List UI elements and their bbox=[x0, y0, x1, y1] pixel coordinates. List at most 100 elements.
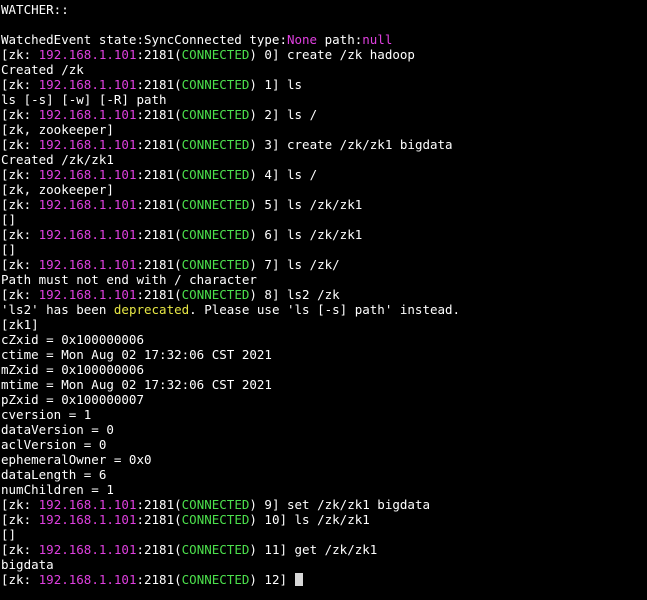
text-segment: ls [-s] [-w] [-R] path bbox=[1, 92, 167, 107]
text-segment: [zk1] bbox=[1, 317, 39, 332]
text-segment: 192.168.1.101 bbox=[38, 257, 137, 272]
text-segment: [zk, zookeeper] bbox=[1, 182, 114, 197]
text-segment: 192.168.1.101 bbox=[38, 77, 137, 92]
text-segment: :2181( bbox=[136, 47, 182, 62]
text-segment: numChildren = 1 bbox=[1, 482, 114, 497]
text-segment: CONNECTED bbox=[181, 107, 250, 122]
text-segment: 192.168.1.101 bbox=[38, 512, 137, 527]
text-segment: 192.168.1.101 bbox=[38, 107, 137, 122]
text-segment: [zk: bbox=[1, 47, 39, 62]
text-segment: None bbox=[286, 32, 318, 47]
output-line: mtime = Mon Aug 02 17:32:06 CST 2021 bbox=[1, 377, 647, 392]
text-segment: cZxid = 0x100000006 bbox=[1, 332, 144, 347]
text-segment: 192.168.1.101 bbox=[38, 497, 137, 512]
text-segment: 192.168.1.101 bbox=[38, 47, 137, 62]
text-segment: :2181( bbox=[136, 512, 182, 527]
text-segment: [] bbox=[1, 527, 17, 542]
text-segment: [] bbox=[1, 212, 17, 227]
text-segment: CONNECTED bbox=[181, 497, 250, 512]
text-segment: CONNECTED bbox=[181, 47, 250, 62]
text-segment: ) 10] ls /zk/zk1 bbox=[249, 512, 370, 527]
output-line: Created /zk/zk1 bbox=[1, 152, 647, 167]
output-line: [zk, zookeeper] bbox=[1, 122, 647, 137]
text-segment: [zk: bbox=[1, 77, 39, 92]
output-line: aclVersion = 0 bbox=[1, 437, 647, 452]
text-segment: . Please use 'ls [-s] path' instead. bbox=[189, 302, 461, 317]
text-segment: ) 0] create /zk hadoop bbox=[249, 47, 415, 62]
text-segment: :2181( bbox=[136, 137, 182, 152]
output-line: ls [-s] [-w] [-R] path bbox=[1, 92, 647, 107]
text-segment: CONNECTED bbox=[181, 197, 250, 212]
prompt-line: [zk: 192.168.1.101:2181(CONNECTED) 0] cr… bbox=[1, 47, 647, 62]
text-segment: [zk: bbox=[1, 572, 39, 587]
text-segment: CONNECTED bbox=[181, 542, 250, 557]
text-segment: CONNECTED bbox=[181, 167, 250, 182]
text-segment: [zk: bbox=[1, 542, 39, 557]
text-segment: :2181( bbox=[136, 287, 182, 302]
text-segment: mtime = Mon Aug 02 17:32:06 CST 2021 bbox=[1, 377, 272, 392]
text-segment: CONNECTED bbox=[181, 227, 250, 242]
prompt-line: [zk: 192.168.1.101:2181(CONNECTED) 4] ls… bbox=[1, 167, 647, 182]
prompt-line: [zk: 192.168.1.101:2181(CONNECTED) 11] g… bbox=[1, 542, 647, 557]
prompt-line: [zk: 192.168.1.101:2181(CONNECTED) 2] ls… bbox=[1, 107, 647, 122]
text-segment: :2181( bbox=[136, 197, 182, 212]
text-segment: :2181( bbox=[136, 572, 182, 587]
text-segment: CONNECTED bbox=[181, 257, 250, 272]
terminal-window[interactable]: WATCHER:: WatchedEvent state:SyncConnecte… bbox=[0, 0, 647, 600]
text-segment: :2181( bbox=[136, 227, 182, 242]
output-line: dataLength = 6 bbox=[1, 467, 647, 482]
text-segment: 192.168.1.101 bbox=[38, 137, 137, 152]
text-segment: bigdata bbox=[1, 557, 54, 572]
prompt-line: [zk: 192.168.1.101:2181(CONNECTED) 6] ls… bbox=[1, 227, 647, 242]
text-segment: ) 5] ls /zk/zk1 bbox=[249, 197, 363, 212]
prompt-line: [zk: 192.168.1.101:2181(CONNECTED) 3] cr… bbox=[1, 137, 647, 152]
prompt-line: [zk: 192.168.1.101:2181(CONNECTED) 1] ls bbox=[1, 77, 647, 92]
text-segment: null bbox=[362, 32, 393, 47]
text-segment: aclVersion = 0 bbox=[1, 437, 107, 452]
text-segment: deprecated bbox=[113, 302, 190, 317]
output-line: [] bbox=[1, 527, 647, 542]
text-segment: Created /zk/zk1 bbox=[1, 152, 114, 167]
text-segment: [] bbox=[1, 242, 17, 257]
prompt-line: [zk: 192.168.1.101:2181(CONNECTED) 12] bbox=[1, 572, 647, 587]
text-segment: ) 7] ls /zk/ bbox=[249, 257, 340, 272]
output-line: ctime = Mon Aug 02 17:32:06 CST 2021 bbox=[1, 347, 647, 362]
text-segment: [zk: bbox=[1, 227, 39, 242]
text-segment: :2181( bbox=[136, 167, 182, 182]
text-segment: [zk: bbox=[1, 512, 39, 527]
text-segment: ephemeralOwner = 0x0 bbox=[1, 452, 152, 467]
text-segment: 192.168.1.101 bbox=[38, 227, 137, 242]
output-line: mZxid = 0x100000006 bbox=[1, 362, 647, 377]
text-segment: dataVersion = 0 bbox=[1, 422, 114, 437]
text-segment: WatchedEvent state:SyncConnected type: bbox=[1, 32, 287, 47]
text-segment: [zk: bbox=[1, 287, 39, 302]
output-line: 'ls2' has been deprecated. Please use 'l… bbox=[1, 302, 647, 317]
text-segment: CONNECTED bbox=[181, 137, 250, 152]
prompt-line: [zk: 192.168.1.101:2181(CONNECTED) 7] ls… bbox=[1, 257, 647, 272]
text-segment: CONNECTED bbox=[181, 512, 250, 527]
output-line: dataVersion = 0 bbox=[1, 422, 647, 437]
output-line: cZxid = 0x100000006 bbox=[1, 332, 647, 347]
output-line: [] bbox=[1, 212, 647, 227]
output-line: Path must not end with / character bbox=[1, 272, 647, 287]
text-segment: [zk: bbox=[1, 137, 39, 152]
text-segment: :2181( bbox=[136, 107, 182, 122]
text-segment: :2181( bbox=[136, 542, 182, 557]
prompt-line: [zk: 192.168.1.101:2181(CONNECTED) 9] se… bbox=[1, 497, 647, 512]
text-segment: [zk: bbox=[1, 197, 39, 212]
text-segment: 192.168.1.101 bbox=[38, 542, 137, 557]
text-segment: 192.168.1.101 bbox=[38, 287, 137, 302]
output-line: [zk1] bbox=[1, 317, 647, 332]
text-segment: [zk: bbox=[1, 167, 39, 182]
text-segment: ) 11] get /zk/zk1 bbox=[249, 542, 378, 557]
text-segment: :2181( bbox=[136, 77, 182, 92]
text-segment: CONNECTED bbox=[181, 287, 250, 302]
output-line: cversion = 1 bbox=[1, 407, 647, 422]
text-segment: CONNECTED bbox=[181, 572, 250, 587]
output-line: WatchedEvent state:SyncConnected type:No… bbox=[1, 32, 647, 47]
text-segment: [zk: bbox=[1, 257, 39, 272]
text-segment: cversion = 1 bbox=[1, 407, 92, 422]
text-segment: 192.168.1.101 bbox=[38, 167, 137, 182]
text-cursor[interactable] bbox=[294, 573, 303, 586]
